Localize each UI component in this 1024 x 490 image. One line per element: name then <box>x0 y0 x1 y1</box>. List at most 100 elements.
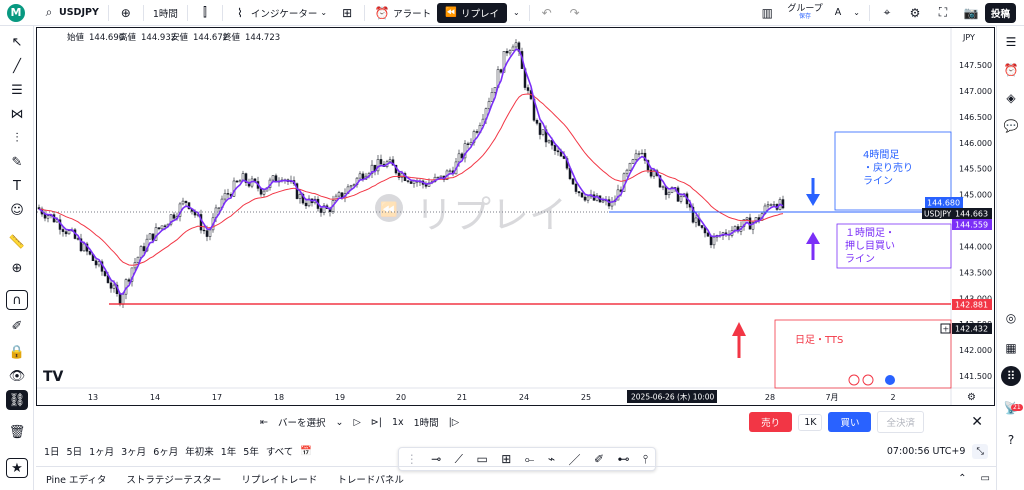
candle-body <box>625 169 629 175</box>
replay-button[interactable]: ⏪ リプレイ <box>437 2 507 23</box>
redo-button[interactable]: ↷ <box>561 0 589 26</box>
text-tool-icon[interactable]: T <box>6 176 28 196</box>
collapse-icon[interactable]: ⤡ <box>972 443 988 459</box>
eye-icon[interactable]: 👁 <box>6 366 28 386</box>
apps-grid-icon[interactable]: ⠿ <box>1001 366 1021 386</box>
post-button[interactable]: 投稿 <box>984 2 1016 23</box>
zoom-in-tool-icon[interactable]: ⊕ <box>6 258 28 278</box>
snapshot-button[interactable]: 📷 <box>957 0 985 26</box>
path-icon[interactable]: ⟜ <box>525 452 535 467</box>
price-chart[interactable]: ⏪ リプレイ 147.500 147.000 146.500 146.000 145.5… <box>37 28 994 405</box>
vertical-line-icon[interactable]: ⫯ <box>643 452 648 467</box>
quantity-button[interactable]: 1K <box>798 413 823 431</box>
pattern-tool-icon[interactable]: ⋈ <box>6 104 28 124</box>
date-range-icon[interactable]: 📅 <box>300 446 312 457</box>
group-button[interactable]: グループ 保存 <box>781 0 828 26</box>
horizontal-line-icon[interactable]: ⊷ <box>617 452 629 466</box>
indicators-button[interactable]: ⌇ インジケーター ⌄ <box>226 0 333 26</box>
symbol-search-button[interactable]: ⌕ USDJPY <box>35 0 105 26</box>
timeframe-button[interactable]: 1年 <box>221 444 237 458</box>
fullscreen-button[interactable]: ⛶ <box>929 0 957 26</box>
close-all-button[interactable]: 全決済 <box>877 411 924 433</box>
chart-type-button[interactable]: ⫿ <box>191 0 219 26</box>
speed-button[interactable]: 1x <box>392 417 404 428</box>
layout-view-button[interactable]: ▥ <box>753 0 781 26</box>
timeframe-button[interactable]: 5年 <box>243 444 259 458</box>
alerts-clock-icon[interactable]: ⏰ <box>1001 60 1021 80</box>
ruler-tool-icon[interactable]: 📏 <box>6 232 28 252</box>
buy-button[interactable]: 買い <box>828 412 872 432</box>
axis-settings-gear-icon[interactable]: ⚙ <box>967 392 976 403</box>
candle-body <box>127 279 131 282</box>
brush-icon[interactable]: ✐ <box>594 452 604 466</box>
close-icon[interactable]: ✕ <box>971 414 983 430</box>
polyline-icon[interactable]: ⌁ <box>548 452 555 466</box>
select-bar-button[interactable]: バーを選択 <box>278 415 326 429</box>
step-forward-icon[interactable]: ⊳| <box>371 417 382 428</box>
chevron-down-icon[interactable]: ⌄ <box>335 417 343 428</box>
sell-button[interactable]: 売り <box>749 412 793 432</box>
candle-body <box>319 208 323 213</box>
group-menu-button[interactable]: ⌄ <box>847 0 866 26</box>
emoji-tool-icon[interactable]: ☺ <box>6 200 28 220</box>
trend-line-tool-icon[interactable]: ╱ <box>6 56 28 76</box>
chevron-up-icon[interactable]: ⌃ <box>958 473 966 484</box>
help-icon[interactable]: ? <box>1001 430 1021 450</box>
replay-menu-button[interactable]: ⌄ <box>507 0 526 26</box>
bottom-tab[interactable]: トレードパネル <box>337 472 404 486</box>
group-letter[interactable]: A <box>829 0 848 26</box>
select-bar-icon[interactable]: ⇤ <box>260 417 268 428</box>
us-flag-icon[interactable] <box>885 375 895 385</box>
layers-icon[interactable]: ◈ <box>1001 88 1021 108</box>
watchlist-icon[interactable]: ☰ <box>1001 32 1021 52</box>
target-icon[interactable]: ◎ <box>1001 308 1021 328</box>
quick-search-button[interactable]: ⌖ <box>873 0 901 26</box>
event-icon[interactable] <box>848 374 860 386</box>
jump-realtime-icon[interactable]: |▷ <box>449 417 460 428</box>
cursor-tool-icon[interactable]: ↖ <box>6 32 28 52</box>
bottom-tab[interactable]: リプレイトレード <box>241 472 317 486</box>
timeframe-button[interactable]: 1ヶ月 <box>89 444 114 458</box>
chart-area[interactable]: ⏪ リプレイ 147.500 147.000 146.500 146.000 145.5… <box>36 27 995 406</box>
event-icon[interactable] <box>862 374 874 386</box>
chat-icon[interactable]: 💬 <box>1001 116 1021 136</box>
maximize-icon[interactable]: ▭ <box>981 473 990 484</box>
link-icon[interactable]: ⛓ <box>6 390 28 410</box>
undo-button[interactable]: ↶ <box>533 0 561 26</box>
timeframe-button[interactable]: 5日 <box>67 444 83 458</box>
timeframe-button[interactable]: 年初来 <box>185 444 214 458</box>
compare-button[interactable]: ⊕ <box>112 0 140 26</box>
calendar-icon[interactable]: ▦ <box>1001 338 1021 358</box>
price-tick-label: 146.000 <box>959 139 992 148</box>
lock-icon[interactable]: 🔒 <box>6 342 28 362</box>
line-icon[interactable]: ／ <box>569 451 581 468</box>
replay-interval-button[interactable]: 1時間 <box>414 415 439 429</box>
drag-handle-icon[interactable]: ⋮ <box>406 452 418 466</box>
user-avatar[interactable]: M <box>7 3 25 22</box>
alert-button[interactable]: ⏰ アラート <box>368 0 437 26</box>
play-icon[interactable]: ▷ <box>353 417 360 428</box>
bottom-tab[interactable]: ストラテジーテスター <box>126 472 221 486</box>
bottom-tab[interactable]: Pine エディタ <box>46 472 106 486</box>
timeframe-button[interactable]: 1日 <box>44 444 60 458</box>
timeframe-button[interactable]: すべて <box>266 444 293 458</box>
brush-tool-icon[interactable]: ✎ <box>6 152 28 172</box>
trash-icon[interactable]: 🗑 <box>6 422 28 442</box>
settings-button[interactable]: ⚙ <box>901 0 929 26</box>
trend-line-icon[interactable]: ⟋ <box>455 452 463 467</box>
crosshair-box-icon[interactable]: ⊞ <box>501 452 511 466</box>
date-tick-label: 14 <box>150 393 160 402</box>
lock-brush-tool-icon[interactable]: ✐ <box>6 316 28 336</box>
favorites-star-icon[interactable]: ★ <box>6 458 28 478</box>
horizontal-ray-icon[interactable]: ⊸ <box>431 452 441 466</box>
interval-button[interactable]: 1時間 <box>147 0 184 26</box>
rectangle-icon[interactable]: ▭ <box>477 452 488 466</box>
layouts-button[interactable]: ⊞ <box>333 0 361 26</box>
magnet-tool-icon[interactable]: ∩ <box>6 290 28 310</box>
clock-label[interactable]: 07:00:56 UTC+9 <box>887 446 966 457</box>
timeframe-button[interactable]: 3ヶ月 <box>121 444 146 458</box>
candle-body <box>304 202 308 207</box>
timeframe-button[interactable]: 6ヶ月 <box>153 444 178 458</box>
projection-tool-icon[interactable]: ⫶ <box>6 128 28 148</box>
fib-tool-icon[interactable]: ☰ <box>6 80 28 100</box>
